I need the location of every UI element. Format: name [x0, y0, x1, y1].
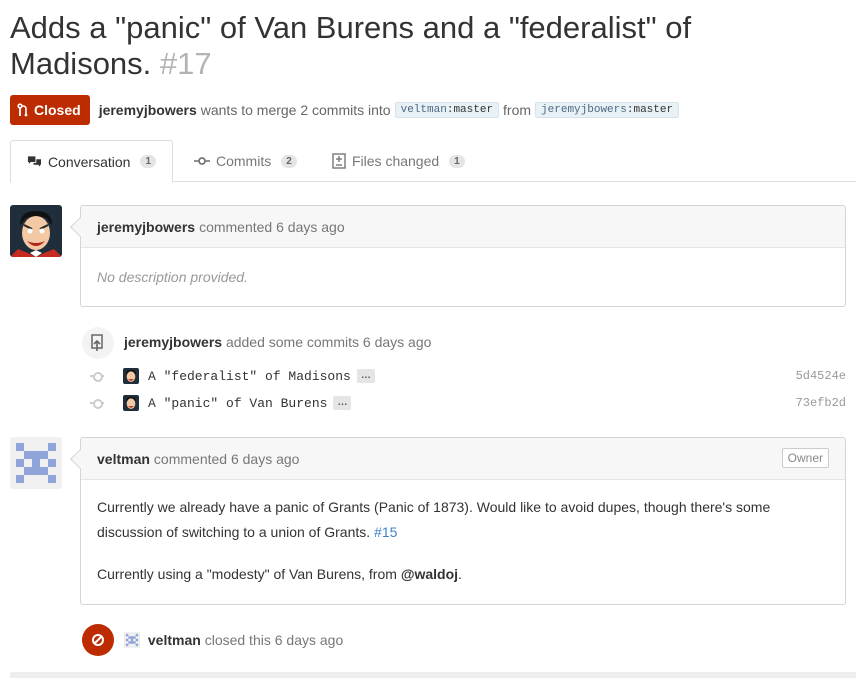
comment-author[interactable]: veltman: [97, 451, 150, 467]
comment-paragraph-text: Currently using a "modesty" of Van Buren…: [97, 566, 397, 582]
status-label: Closed: [34, 102, 81, 118]
tab-files-changed-label: Files changed: [352, 153, 440, 169]
comment-discussion-icon: [27, 155, 42, 167]
diff-icon: [332, 153, 346, 169]
base-branch-ref[interactable]: veltman:master: [394, 102, 500, 118]
issue-link[interactable]: #15: [374, 524, 397, 540]
comment-veltman: veltman commented 6 days ago Owner Curre…: [70, 437, 846, 605]
comment-jeremyjbowers: jeremyjbowers commented 6 days ago No de…: [70, 205, 846, 307]
commit-expand-button[interactable]: …: [333, 396, 352, 410]
closed-event-action: closed this: [204, 632, 271, 648]
comment-header: jeremyjbowers commented 6 days ago: [81, 206, 845, 248]
git-commit-icon: [194, 157, 210, 165]
commits-event-time: 6 days ago: [362, 334, 432, 350]
git-pull-request-icon: [17, 103, 28, 117]
comment-author[interactable]: jeremyjbowers: [97, 219, 195, 235]
repo-push-icon: [91, 334, 103, 351]
circle-slash-icon: [92, 634, 104, 646]
comment-action: commented: [153, 450, 228, 467]
head-branch-ref[interactable]: jeremyjbowers:master: [535, 102, 680, 118]
tab-conversation-count: 1: [140, 155, 156, 168]
list-item: A "federalist" of Madisons … 5d4524e: [90, 366, 846, 386]
comment-paragraph-end: .: [458, 566, 462, 582]
base-repo: veltman: [400, 104, 447, 116]
closed-event-text: veltman closed this 6 days ago: [124, 632, 343, 648]
avatar-veltman-identicon: [10, 437, 62, 489]
comment-action: commented: [199, 218, 273, 235]
comment-time[interactable]: 6 days ago: [231, 451, 300, 467]
commit-message[interactable]: A "panic" of Van Burens: [148, 396, 327, 411]
avatar[interactable]: [10, 205, 62, 257]
head-branch: master: [633, 104, 674, 116]
tab-commits-count: 2: [281, 154, 297, 168]
tab-commits-label: Commits: [216, 153, 272, 169]
avatar[interactable]: [10, 437, 62, 489]
base-branch: master: [453, 104, 494, 116]
comment-paragraph-text: Currently we already have a panic of Gra…: [97, 499, 771, 540]
tab-commits[interactable]: Commits 2: [178, 140, 313, 182]
comment-body: Currently we already have a panic of Gra…: [81, 480, 845, 587]
head-repo: jeremyjbowers: [541, 104, 627, 116]
pr-title: Adds a "panic" of Van Burens and a "fede…: [10, 10, 770, 82]
comment-body: No description provided.: [97, 269, 248, 285]
pr-meta: Closed jeremyjbowers wants to merge 2 co…: [10, 95, 683, 125]
comment-time[interactable]: 6 days ago: [276, 219, 345, 235]
commits-event-badge: [82, 327, 114, 359]
commit-message[interactable]: A "federalist" of Madisons: [148, 369, 351, 384]
avatar-veltman-small: [124, 632, 140, 648]
tab-conversation[interactable]: Conversation 1: [10, 140, 173, 183]
user-mention-link[interactable]: @waldoj: [401, 566, 458, 582]
closed-event-time: 6 days ago: [274, 632, 344, 648]
list-item: A "panic" of Van Burens … 73efb2d: [90, 393, 846, 413]
closed-event-author[interactable]: veltman: [148, 632, 201, 648]
commits-event-action: added some commits: [225, 334, 360, 350]
pr-author-link[interactable]: jeremyjbowers: [99, 102, 197, 118]
comment-paragraph: Currently we already have a panic of Gra…: [97, 495, 829, 545]
status-badge: Closed: [10, 95, 90, 125]
commit-sha[interactable]: 5d4524e: [796, 369, 846, 383]
commits-event-text: jeremyjbowers added some commits 6 days …: [124, 334, 431, 350]
tab-files-changed[interactable]: Files changed 1: [316, 140, 481, 182]
from-text: from: [503, 102, 532, 118]
commit-dot-icon: [90, 371, 104, 382]
owner-badge: Owner: [781, 448, 829, 468]
closed-event-badge: [82, 624, 114, 656]
commit-dot-icon: [90, 398, 104, 409]
comment-paragraph: Currently using a "modesty" of Van Buren…: [97, 562, 829, 587]
commits-event-author[interactable]: jeremyjbowers: [124, 334, 222, 350]
merge-text: wants to merge 2 commits into: [200, 102, 391, 118]
divider: [10, 672, 856, 678]
pr-tabs: Conversation 1 Commits 2 Files changed 1: [10, 140, 856, 183]
pr-title-text: Adds a "panic" of Van Burens and a "fede…: [10, 10, 692, 81]
comment-header: veltman commented 6 days ago Owner: [81, 438, 845, 480]
avatar: [123, 368, 139, 384]
tab-files-changed-count: 1: [449, 154, 465, 168]
avatar: [123, 395, 139, 411]
tab-conversation-label: Conversation: [47, 153, 131, 170]
commit-expand-button[interactable]: …: [356, 369, 375, 383]
pr-number: #17: [159, 46, 212, 81]
avatar-jeremyjbowers: [10, 205, 62, 257]
commit-sha[interactable]: 73efb2d: [796, 396, 846, 410]
